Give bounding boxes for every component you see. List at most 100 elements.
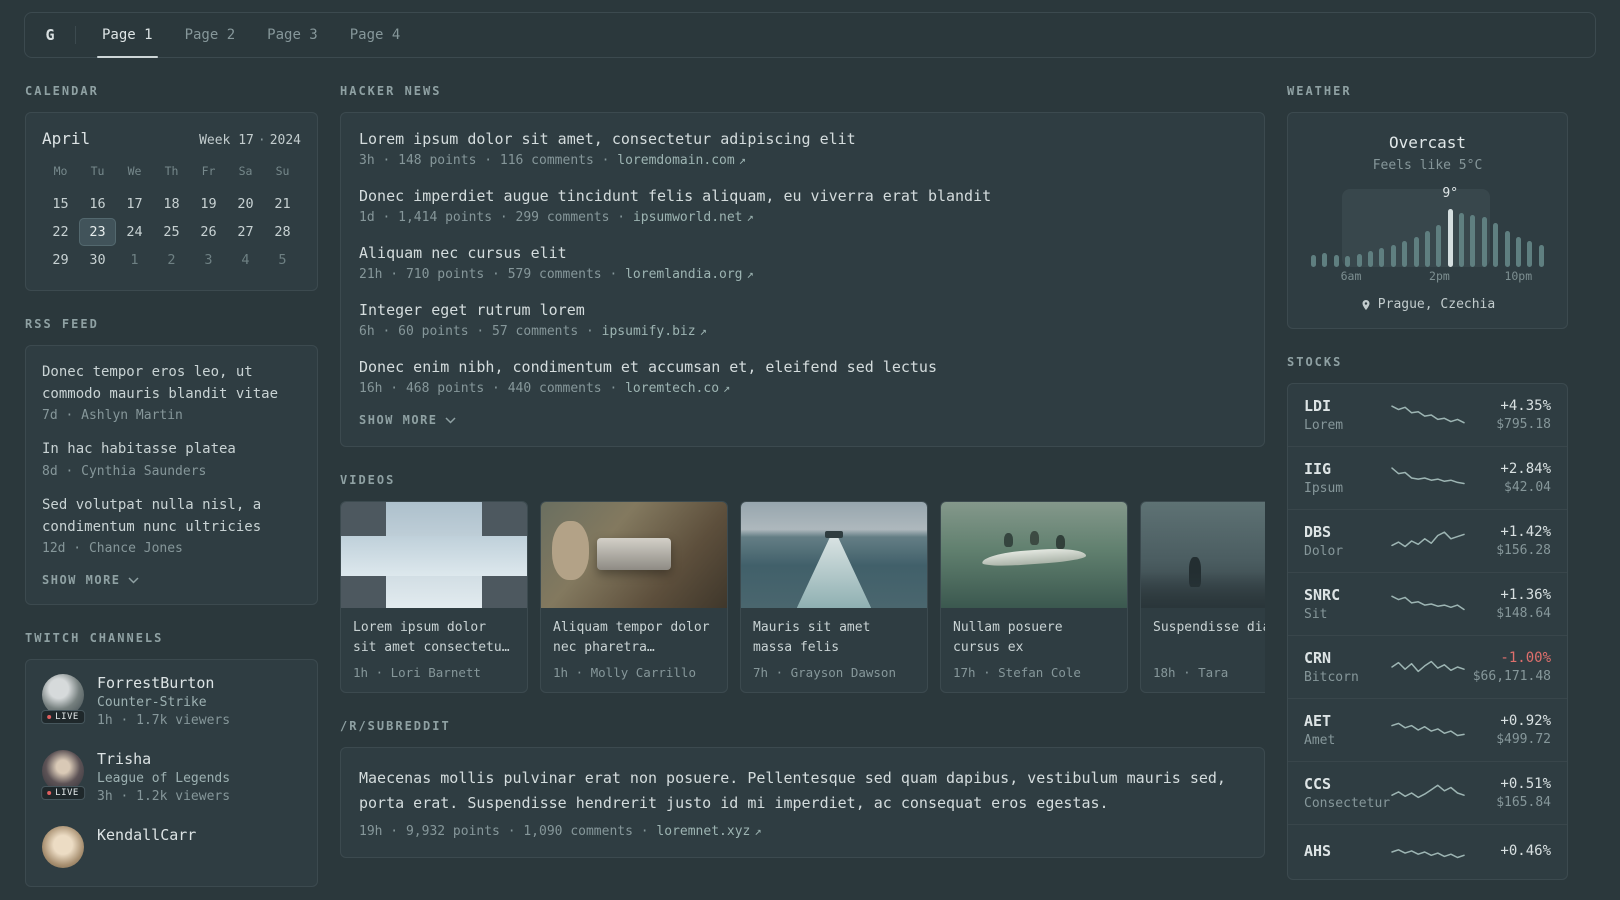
channel-avatar[interactable]: LIVE	[41, 674, 85, 725]
tab-page-2[interactable]: Page 2	[169, 13, 252, 57]
show-more-label: SHOW MORE	[359, 413, 438, 427]
rss-item: In hac habitasse platea 8d · Cynthia Sau…	[42, 439, 301, 479]
stock-change: +4.35%	[1500, 398, 1551, 414]
weather-bar	[1527, 241, 1533, 267]
weather-bar	[1493, 223, 1499, 267]
stock-row[interactable]: CRN Bitcorn -1.00% $66,171.48	[1288, 635, 1567, 698]
video-title[interactable]: Aliquam tempor dolor nec pharetra…	[553, 618, 715, 658]
weather-location-label: Prague, Czechia	[1377, 297, 1496, 312]
video-thumbnail[interactable]	[1141, 502, 1265, 608]
calendar-day: 25	[163, 224, 180, 240]
hackernews-card: Lorem ipsum dolor sit amet, consectetur …	[340, 112, 1265, 447]
channel-name[interactable]: KendallCarr	[97, 826, 196, 844]
hn-story-title[interactable]: Lorem ipsum dolor sit amet, consectetur …	[359, 130, 1246, 148]
channel-avatar[interactable]: LIVE	[41, 750, 85, 801]
hn-story-domain-link[interactable]: ipsumworld.net ↗	[633, 210, 754, 225]
tab-page-1[interactable]: Page 1	[86, 13, 169, 58]
calendar-day: 20	[237, 196, 254, 212]
video-title[interactable]: Lorem ipsum dolor sit amet consectetu…	[353, 618, 515, 658]
channel-game[interactable]: Counter-Strike	[97, 695, 230, 710]
stock-row[interactable]: SNRC Sit +1.36% $148.64	[1288, 572, 1567, 635]
stock-row[interactable]: CCS Consectetur +0.51% $165.84	[1288, 761, 1567, 824]
stock-row[interactable]: AHS +0.46%	[1288, 824, 1567, 879]
calendar-day: 5	[278, 252, 287, 268]
rss-item-title[interactable]: Donec tempor eros leo, ut commodo mauris…	[42, 362, 301, 405]
chevron-down-icon	[128, 577, 139, 584]
video-meta: 1h · Lori Barnett	[353, 665, 481, 680]
section-title-subreddit: /R/SUBREDDIT	[340, 719, 451, 733]
video-thumbnail[interactable]	[941, 502, 1127, 608]
hn-story-meta: 6h · 60 points · 57 comments · ipsumify.…	[359, 324, 1246, 339]
channel-avatar[interactable]	[42, 826, 84, 872]
weather-card: Overcast Feels like 5°C 9° 6am 2pm 10pm Pr…	[1287, 112, 1568, 329]
stock-values: +0.51% $165.84	[1466, 776, 1551, 810]
hn-story-domain-link[interactable]: ipsumify.biz ↗	[602, 324, 707, 339]
hn-story-domain-link[interactable]: loremtech.co ↗	[625, 381, 730, 396]
video-card: Suspendisse diam 18h · Tara	[1140, 501, 1265, 693]
header-divider	[75, 26, 76, 44]
rss-item-title[interactable]: Sed volutpat nulla nisl, a condimentum n…	[42, 495, 301, 538]
calendar-day: 16	[89, 196, 106, 212]
calendar-weekdays-row: Mo Tu We Th Fr Sa Su	[42, 164, 301, 190]
stock-symbol: DBS	[1304, 523, 1332, 541]
calendar-day: 2	[167, 252, 176, 268]
calendar-day: 24	[126, 224, 143, 240]
rss-item-title[interactable]: In hac habitasse platea	[42, 439, 301, 461]
channel-name[interactable]: Trisha	[97, 750, 151, 768]
hn-story-domain-link[interactable]: loremlandia.org ↗	[625, 267, 754, 282]
calendar-day: 19	[200, 196, 217, 212]
tab-page-3[interactable]: Page 3	[251, 13, 334, 57]
video-title[interactable]: Nullam posuere cursus ex	[953, 618, 1115, 658]
stock-row[interactable]: IIG Ipsum +2.84% $42.04	[1288, 446, 1567, 509]
hn-story-meta: 3h · 148 points · 116 comments · loremdo…	[359, 153, 1246, 168]
stock-symbol: AHS	[1304, 841, 1332, 860]
hn-story-title[interactable]: Donec enim nibh, condimentum et accumsan…	[359, 358, 1246, 376]
hn-story-domain-link[interactable]: loremdomain.com ↗	[617, 153, 746, 168]
subreddit-post-domain-link[interactable]: loremnet.xyz ↗	[656, 824, 761, 839]
rss-item-meta: 8d · Cynthia Saunders	[42, 464, 207, 480]
show-more-button[interactable]: SHOW MORE	[42, 573, 139, 587]
section-title-hackernews: HACKER NEWS	[340, 84, 442, 98]
stock-sparkline	[1390, 716, 1466, 744]
section-title-twitch: TWITCH CHANNELS	[25, 631, 164, 646]
stock-sparkline	[1390, 401, 1466, 429]
video-thumbnail[interactable]	[341, 502, 527, 608]
weather-bar	[1345, 256, 1351, 267]
video-thumbnail[interactable]	[741, 502, 927, 608]
weather-bar	[1504, 231, 1510, 267]
hn-story-title[interactable]: Donec imperdiet augue tincidunt felis al…	[359, 187, 1246, 205]
stock-row[interactable]: DBS Dolor +1.42% $156.28	[1288, 509, 1567, 572]
video-meta: 7h · Grayson Dawson	[753, 665, 896, 680]
channel-game[interactable]: League of Legends	[97, 771, 230, 786]
live-badge: LIVE	[41, 710, 85, 725]
stock-change: +2.84%	[1500, 461, 1551, 477]
video-card: Mauris sit amet massa felis 7h · Grayson…	[740, 501, 928, 693]
hn-story-stats: 3h · 148 points · 116 comments ·	[359, 153, 610, 168]
hackernews-widget: HACKER NEWS Lorem ipsum dolor sit amet, …	[340, 84, 1265, 447]
stock-name: Dolor	[1304, 544, 1344, 559]
hn-story-title[interactable]: Integer eget rutrum lorem	[359, 301, 1246, 319]
hn-story-stats: 21h · 710 points · 579 comments ·	[359, 267, 618, 282]
stock-row[interactable]: LDI Lorem +4.35% $795.18	[1288, 384, 1567, 446]
tab-page-4[interactable]: Page 4	[334, 13, 417, 57]
stock-row[interactable]: AET Amet +0.92% $499.72	[1288, 698, 1567, 761]
stock-symbol: CCS	[1304, 775, 1332, 793]
calendar-day: 3	[204, 252, 213, 268]
live-badge: LIVE	[41, 786, 85, 801]
section-title-stocks: STOCKS	[1287, 355, 1343, 369]
hn-story-title[interactable]: Aliquam nec cursus elit	[359, 244, 1246, 262]
video-thumbnail[interactable]	[541, 502, 727, 608]
subreddit-widget: /R/SUBREDDIT Maecenas mollis pulvinar er…	[340, 719, 1265, 858]
show-more-button[interactable]: SHOW MORE	[359, 413, 456, 427]
video-body: Mauris sit amet massa felis 7h · Grayson…	[741, 608, 927, 692]
channel-name[interactable]: ForrestBurton	[97, 674, 214, 692]
stock-price: $148.64	[1496, 606, 1551, 621]
app-logo[interactable]: G	[29, 26, 71, 44]
avatar	[42, 826, 84, 869]
weather-bar	[1402, 241, 1408, 267]
video-title[interactable]: Suspendisse diam	[1153, 618, 1265, 658]
subreddit-post-title[interactable]: Maecenas mollis pulvinar erat non posuer…	[359, 766, 1246, 816]
video-title[interactable]: Mauris sit amet massa felis	[753, 618, 915, 658]
hn-story: Donec enim nibh, condimentum et accumsan…	[359, 358, 1246, 396]
calendar-day: 15	[52, 196, 69, 212]
